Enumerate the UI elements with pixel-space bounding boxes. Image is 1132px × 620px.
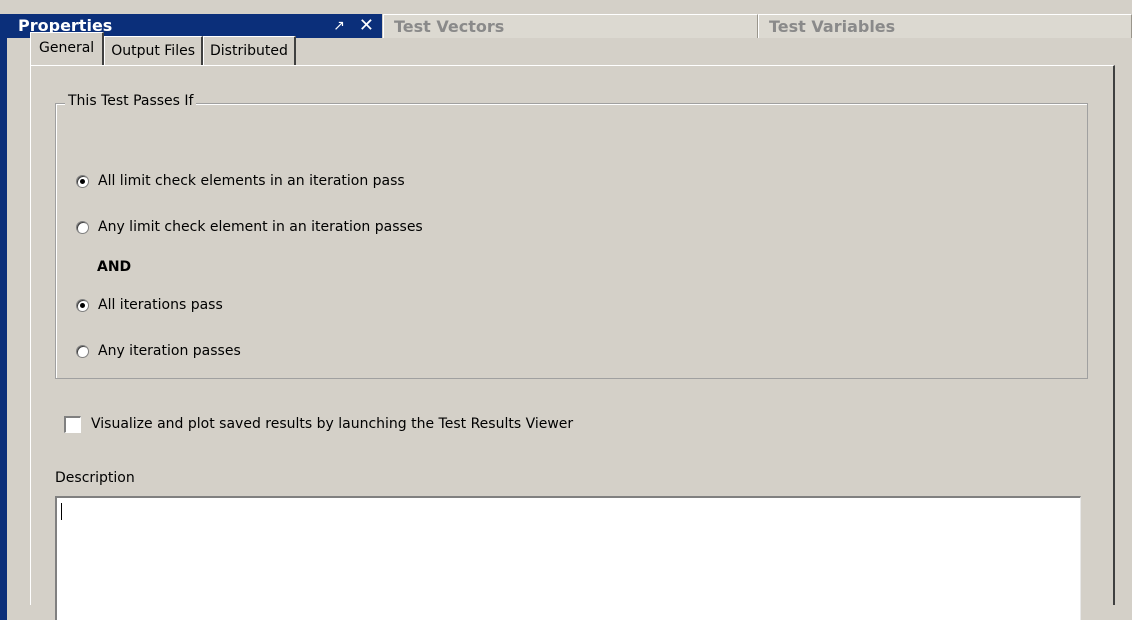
radio-button[interactable] [76, 344, 89, 358]
tab-test-vectors-label: Test Vectors [394, 17, 505, 36]
radio-label: Any limit check element in an iteration … [98, 219, 423, 235]
description-label: Description [55, 470, 135, 486]
radio-label: All limit check elements in an iteration… [98, 173, 405, 189]
visualize-checkbox[interactable] [64, 415, 81, 433]
panel-edge [0, 38, 7, 620]
tab-test-variables[interactable]: Test Variables [758, 14, 1132, 38]
pass-criteria-group [55, 103, 1088, 379]
radio-button[interactable] [76, 174, 89, 188]
tab-controls: ↗ ✕ [333, 14, 374, 38]
tab-test-variables-label: Test Variables [769, 17, 896, 36]
visualize-label: Visualize and plot saved results by laun… [91, 416, 574, 432]
text-caret [61, 503, 62, 520]
radio-all-elements[interactable]: All limit check elements in an iteration… [76, 170, 405, 192]
radio-button[interactable] [76, 220, 89, 234]
radio-label: All iterations pass [98, 297, 223, 313]
close-icon[interactable]: ✕ [359, 14, 374, 38]
property-tabs: General Output Files Distributed [30, 32, 296, 66]
tab-general[interactable]: General [30, 32, 105, 66]
radio-any-element[interactable]: Any limit check element in an iteration … [76, 216, 423, 238]
and-connector: AND [97, 259, 132, 275]
group-legend: This Test Passes If [65, 93, 197, 109]
visualize-checkbox-row[interactable]: Visualize and plot saved results by laun… [64, 414, 573, 434]
tab-test-vectors[interactable]: Test Vectors [383, 14, 758, 38]
radio-all-iterations[interactable]: All iterations pass [76, 294, 223, 316]
radio-any-iteration[interactable]: Any iteration passes [76, 340, 241, 362]
tab-distributed[interactable]: Distributed [203, 36, 296, 66]
radio-label: Any iteration passes [98, 343, 241, 359]
radio-button[interactable] [76, 298, 89, 312]
description-textarea[interactable] [55, 496, 1081, 620]
tab-output-files[interactable]: Output Files [104, 36, 203, 66]
pin-icon[interactable]: ↗ [333, 14, 345, 38]
